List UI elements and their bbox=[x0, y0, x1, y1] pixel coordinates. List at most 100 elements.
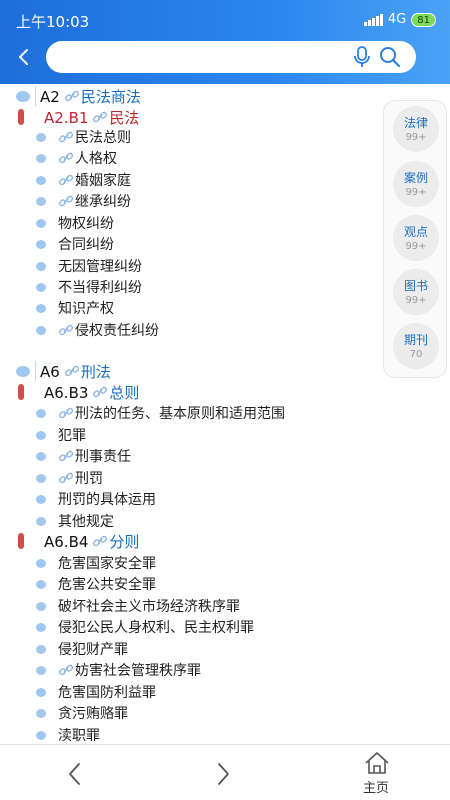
search-box[interactable] bbox=[46, 41, 416, 73]
item-bullet bbox=[36, 687, 46, 697]
back-button[interactable] bbox=[10, 42, 38, 72]
section-bullet bbox=[16, 365, 30, 377]
side-item-law[interactable]: 法律 99+ bbox=[393, 106, 439, 152]
item-label: 知识产权 bbox=[58, 301, 114, 317]
side-item-count: 99+ bbox=[405, 187, 427, 198]
section-code: A2 bbox=[40, 87, 60, 106]
side-item-cases[interactable]: 案例 99+ bbox=[393, 161, 439, 207]
item-label: 物权纠纷 bbox=[58, 216, 114, 232]
group-marker bbox=[18, 533, 24, 549]
item-label: 危害国家安全罪 bbox=[58, 556, 156, 572]
item-label: 不当得利纠纷 bbox=[58, 280, 142, 296]
side-item-label: 观点 bbox=[403, 225, 428, 239]
group-code: A6.B4 bbox=[44, 532, 89, 551]
section-title[interactable]: 民法商法 bbox=[81, 88, 141, 106]
tree-group[interactable]: A2.B1 民法 bbox=[0, 106, 385, 128]
link-icon bbox=[93, 386, 108, 397]
side-item-count: 99+ bbox=[405, 132, 427, 143]
home-button[interactable]: 主页 bbox=[352, 749, 400, 797]
side-item-label: 图书 bbox=[403, 279, 428, 293]
side-item-count: 99+ bbox=[405, 295, 427, 306]
group-code: A6.B3 bbox=[44, 383, 89, 402]
item-label: 侵权责任纠纷 bbox=[75, 323, 159, 339]
item-label: 继承纠纷 bbox=[75, 194, 131, 210]
link-icon bbox=[93, 535, 108, 546]
item-bullet bbox=[36, 153, 46, 163]
section-bullet bbox=[16, 90, 30, 102]
item-bullet bbox=[36, 730, 46, 740]
item-label: 妨害社会管理秩序罪 bbox=[75, 663, 201, 679]
chevron-right-icon[interactable] bbox=[212, 761, 234, 787]
item-bullet bbox=[36, 708, 46, 718]
link-icon bbox=[58, 664, 74, 676]
status-time: 上午10:03 bbox=[16, 13, 90, 31]
battery-indicator: 81 bbox=[411, 12, 436, 27]
item-bullet bbox=[36, 579, 46, 589]
item-bullet bbox=[36, 196, 46, 206]
item-label: 侵犯公民人身权利、民主权利罪 bbox=[58, 620, 254, 636]
link-icon bbox=[58, 131, 74, 143]
search-input[interactable] bbox=[60, 45, 330, 69]
group-title[interactable]: 民法 bbox=[109, 109, 139, 127]
link-icon bbox=[58, 472, 74, 484]
item-label: 刑罚 bbox=[75, 471, 103, 487]
divider bbox=[35, 361, 36, 381]
item-label: 刑事责任 bbox=[75, 449, 131, 465]
item-label: 侵犯财产罪 bbox=[58, 642, 128, 658]
item-bullet bbox=[36, 239, 46, 249]
group-title[interactable]: 分则 bbox=[109, 533, 139, 551]
item-label: 无因管理纠纷 bbox=[58, 259, 142, 275]
group-marker bbox=[18, 384, 24, 400]
side-item-opinions[interactable]: 观点 99+ bbox=[393, 215, 439, 261]
section-title[interactable]: 刑法 bbox=[81, 363, 111, 381]
section-code: A6 bbox=[40, 362, 60, 381]
item-label: 民法总则 bbox=[75, 130, 131, 146]
side-item-books[interactable]: 图书 99+ bbox=[393, 269, 439, 315]
item-label: 犯罪 bbox=[58, 428, 86, 444]
item-bullet bbox=[36, 303, 46, 313]
item-label: 贪污贿赂罪 bbox=[58, 706, 128, 722]
side-item-label: 法律 bbox=[403, 116, 428, 130]
side-item-label: 期刊 bbox=[403, 333, 428, 347]
top-bar: 上午10:03 4G 81 bbox=[0, 0, 450, 84]
item-bullet bbox=[36, 408, 46, 418]
status-indicators: 4G 81 bbox=[363, 12, 436, 27]
signal-icon bbox=[363, 13, 383, 26]
resource-side-panel: 法律 99+ 案例 99+ 观点 99+ 图书 99+ 期刊 70 bbox=[383, 100, 447, 378]
side-item-count: 70 bbox=[409, 349, 423, 360]
microphone-icon[interactable] bbox=[353, 45, 371, 69]
item-bullet bbox=[36, 132, 46, 142]
item-bullet bbox=[36, 622, 46, 632]
item-bullet bbox=[36, 451, 46, 461]
item-label: 危害公共安全罪 bbox=[58, 577, 156, 593]
group-title[interactable]: 总则 bbox=[109, 384, 139, 402]
home-label: 主页 bbox=[362, 781, 389, 796]
tree-group[interactable]: A6.B4 分则 bbox=[0, 530, 385, 552]
item-bullet bbox=[36, 430, 46, 440]
item-label: 刑法的任务、基本原则和适用范围 bbox=[75, 406, 285, 422]
tree-group[interactable]: A6.B3 总则 bbox=[0, 381, 385, 403]
link-icon bbox=[58, 152, 74, 164]
item-label: 人格权 bbox=[75, 151, 117, 167]
item-label: 其他规定 bbox=[58, 514, 114, 530]
side-item-journals[interactable]: 期刊 70 bbox=[393, 323, 439, 369]
tree-section[interactable]: A2 民法商法 bbox=[0, 85, 385, 107]
item-bullet bbox=[36, 175, 46, 185]
search-icon[interactable] bbox=[379, 46, 401, 68]
item-bullet bbox=[36, 282, 46, 292]
item-label: 婚姻家庭 bbox=[75, 173, 131, 189]
item-label: 合同纠纷 bbox=[58, 237, 114, 253]
item-label: 刑罚的具体运用 bbox=[58, 492, 156, 508]
item-bullet bbox=[36, 325, 46, 335]
chevron-left-icon[interactable] bbox=[64, 761, 86, 787]
link-icon bbox=[93, 111, 108, 122]
tree-section[interactable]: A6 刑法 bbox=[0, 360, 385, 382]
item-bullet bbox=[36, 558, 46, 568]
item-label: 破坏社会主义市场经济秩序罪 bbox=[58, 599, 240, 615]
item-bullet bbox=[36, 473, 46, 483]
link-icon bbox=[58, 195, 74, 207]
item-bullet bbox=[36, 665, 46, 675]
item-bullet bbox=[36, 644, 46, 654]
status-bar: 上午10:03 4G 81 bbox=[0, 0, 450, 40]
chevron-left-icon bbox=[19, 49, 28, 65]
